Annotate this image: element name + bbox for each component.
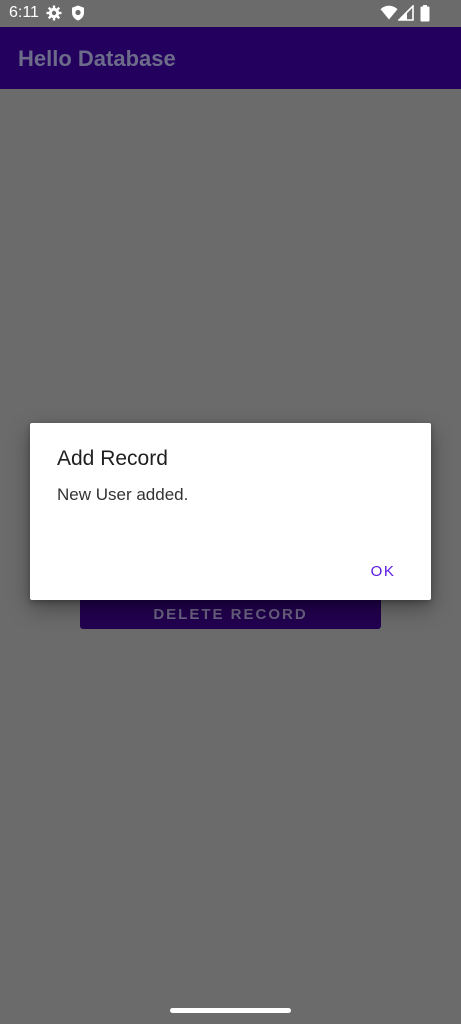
dialog-title: Add Record xyxy=(57,447,168,470)
signal-icon xyxy=(397,4,414,26)
add-record-dialog: Add Record New User added. OK xyxy=(30,423,431,600)
shield-icon xyxy=(71,5,85,26)
ok-button[interactable]: OK xyxy=(358,553,408,583)
status-time: 6:11 xyxy=(9,4,39,21)
wifi-icon xyxy=(380,5,398,26)
battery-icon xyxy=(420,5,430,27)
status-bar: 6:11 xyxy=(0,0,461,27)
app-bar: Hello Database xyxy=(0,27,461,89)
app-title: Hello Database xyxy=(18,46,176,71)
gesture-navigation-handle[interactable] xyxy=(170,1008,291,1013)
dialog-message: New User added. xyxy=(57,485,189,504)
gear-icon xyxy=(46,5,62,26)
